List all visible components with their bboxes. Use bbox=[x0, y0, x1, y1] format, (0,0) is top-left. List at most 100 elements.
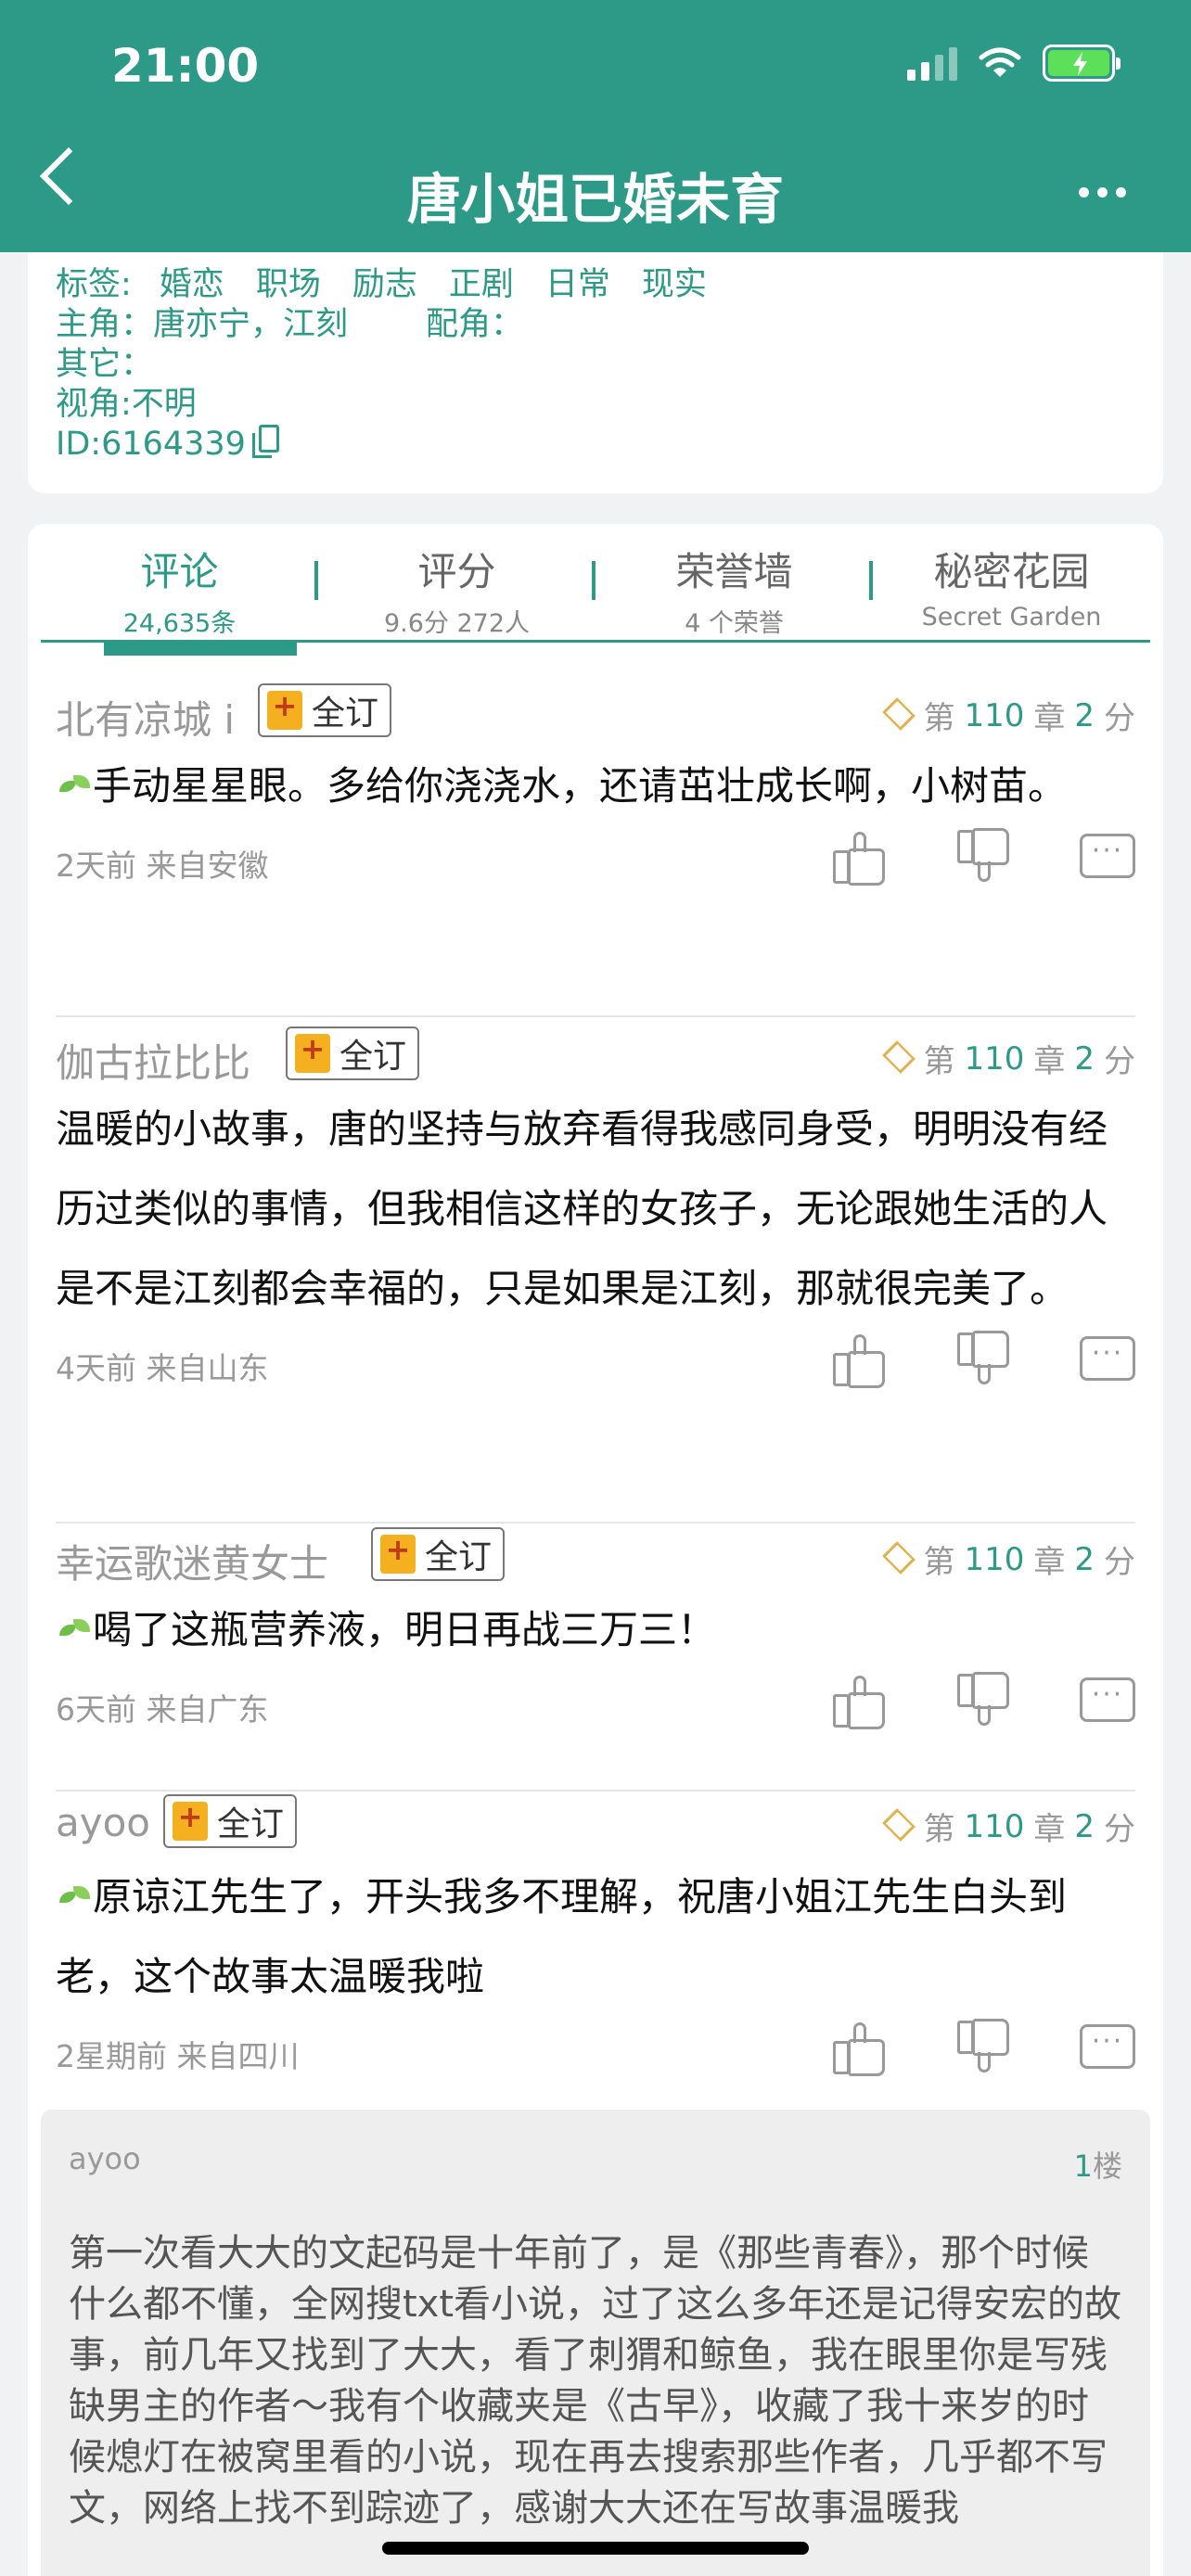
reply-icon[interactable] bbox=[1080, 834, 1135, 878]
comment-body: 手动星星眼。多给你浇浇水，还请茁壮成长啊，小树苗。 bbox=[56, 746, 1135, 826]
chapter-number: 110 bbox=[964, 696, 1025, 734]
wifi-icon bbox=[979, 47, 1021, 77]
comment-time-location: 2星期前 来自四川 bbox=[56, 2038, 300, 2074]
score-suffix: 分 bbox=[1104, 1544, 1135, 1581]
comment-actions bbox=[831, 1333, 1135, 1388]
tag-item[interactable]: 励志 bbox=[352, 265, 417, 305]
comment-body: 喝了这瓶营养液，明日再战三万三！ bbox=[56, 1590, 1135, 1670]
tags-label: 标签: bbox=[56, 266, 132, 303]
reply-icon[interactable] bbox=[1080, 1677, 1135, 1722]
sprout-icon bbox=[56, 1882, 93, 1914]
like-icon[interactable] bbox=[831, 1674, 885, 1729]
comment-actions bbox=[831, 2021, 1135, 2076]
tag-item[interactable]: 婚恋 bbox=[160, 265, 224, 305]
like-icon[interactable] bbox=[831, 2021, 885, 2076]
more-icon[interactable] bbox=[1079, 187, 1126, 198]
tab-secret-garden[interactable]: 秘密花园 Secret Garden bbox=[873, 524, 1150, 640]
comment-chapter-score: 第 110 章 2 分 bbox=[880, 693, 1135, 738]
badge-label: 全订 bbox=[312, 695, 379, 733]
tab-comments[interactable]: 评论 24,635条 bbox=[41, 524, 318, 640]
diamond-icon bbox=[880, 703, 914, 729]
dislike-icon[interactable] bbox=[955, 1333, 1009, 1386]
comment-username[interactable]: 北有凉城 i bbox=[56, 689, 235, 746]
comment-time-location: 2天前 来自安徽 bbox=[56, 848, 269, 884]
tab-sublabel: 9.6分 272人 bbox=[383, 609, 531, 638]
comment-header: 幸运歌迷黄女士 全订 第 110 章 2 分 bbox=[56, 1525, 1135, 1590]
score-value: 2 bbox=[1074, 1807, 1095, 1845]
comment-item: 幸运歌迷黄女士 全订 第 110 章 2 分 喝了这瓶营养液，明日再战三万三！ … bbox=[56, 1525, 1135, 1792]
top-bar: 21:00 唐小姐已婚未育 bbox=[0, 0, 1191, 252]
reply-text: 第一次看大大的文起码是十年前了，是《那些青春》，那个时候什么都不懂，全网搜txt… bbox=[69, 2232, 1122, 2530]
like-icon[interactable] bbox=[831, 830, 885, 886]
comment-footer: 6天前 来自广东 bbox=[56, 1670, 1135, 1750]
tab-label: 评分 bbox=[417, 549, 496, 594]
score-value: 2 bbox=[1074, 696, 1095, 734]
reply-box[interactable]: ayoo 1楼 第一次看大大的文起码是十年前了，是《那些青春》，那个时候什么都不… bbox=[41, 2110, 1150, 2576]
status-icons bbox=[907, 45, 1121, 82]
tab-sublabel: Secret Garden bbox=[921, 603, 1102, 631]
perspective-text: 视角:不明 bbox=[56, 386, 197, 423]
tag-item[interactable]: 职场 bbox=[256, 265, 321, 305]
tab-ratings[interactable]: 评分 9.6分 272人 bbox=[318, 524, 596, 640]
home-indicator bbox=[382, 2542, 809, 2555]
chapter-number: 110 bbox=[964, 1039, 1025, 1078]
tab-label: 评论 bbox=[140, 549, 219, 594]
badge-label: 全订 bbox=[339, 1038, 407, 1076]
comment-actions bbox=[831, 1674, 1135, 1729]
other-text: 其它： bbox=[56, 346, 154, 383]
dislike-icon[interactable] bbox=[955, 1674, 1009, 1728]
signal-icon bbox=[907, 45, 957, 81]
score-suffix: 分 bbox=[1104, 1043, 1135, 1080]
diamond-icon bbox=[880, 1547, 914, 1573]
subscriber-badge: 全订 bbox=[258, 683, 392, 737]
comment-username[interactable]: ayoo bbox=[56, 1800, 150, 1845]
page-title: 唐小姐已婚未育 bbox=[406, 168, 784, 231]
comment-username[interactable]: 伽古拉比比 bbox=[56, 1032, 250, 1089]
comment-username[interactable]: 幸运歌迷黄女士 bbox=[56, 1533, 328, 1589]
bookmark-icon bbox=[173, 1799, 208, 1841]
reply-icon[interactable] bbox=[1080, 2024, 1135, 2069]
comment-chapter-score: 第 110 章 2 分 bbox=[880, 1804, 1135, 1849]
dislike-icon[interactable] bbox=[955, 830, 1009, 884]
tab-honor-wall[interactable]: 荣誉墙 4 个荣誉 bbox=[596, 524, 873, 640]
chapter-prefix: 第 bbox=[923, 1811, 955, 1848]
score-suffix: 分 bbox=[1104, 1811, 1135, 1848]
supporting-text: 配角： bbox=[426, 306, 524, 343]
tag-item[interactable]: 现实 bbox=[642, 265, 707, 305]
chapter-number: 110 bbox=[964, 1540, 1025, 1578]
reply-username[interactable]: ayoo bbox=[69, 2141, 1122, 2176]
chapter-suffix: 章 bbox=[1033, 1544, 1066, 1581]
copy-icon[interactable] bbox=[251, 425, 279, 458]
chapter-prefix: 第 bbox=[923, 700, 955, 737]
tag-item[interactable]: 日常 bbox=[545, 265, 610, 305]
tags-row: 标签: 婚恋 职场 励志 正剧 日常 现实 bbox=[56, 265, 1135, 305]
comment-item: 伽古拉比比 全订 第 110 章 2 分 温暖的小故事，唐的坚持与放弃看得我感同… bbox=[56, 1025, 1135, 1524]
novel-info-card: 标签: 婚恋 职场 励志 正剧 日常 现实 主角：唐亦宁，江刻 配角： 其它： … bbox=[28, 252, 1163, 493]
badge-label: 全订 bbox=[217, 1805, 285, 1843]
comment-body: 温暖的小故事，唐的坚持与放弃看得我感同身受，明明没有经历过类似的事情，但我相信这… bbox=[56, 1090, 1135, 1329]
sprout-icon bbox=[56, 772, 93, 803]
reply-icon[interactable] bbox=[1080, 1336, 1135, 1381]
comments-panel: 评论 24,635条 评分 9.6分 272人 荣誉墙 4 个荣誉 秘密花园 S… bbox=[28, 524, 1163, 2576]
roles-row: 主角：唐亦宁，江刻 配角： bbox=[56, 305, 1135, 345]
chapter-number: 110 bbox=[964, 1807, 1025, 1845]
score-value: 2 bbox=[1074, 1039, 1095, 1078]
subscriber-badge: 全订 bbox=[163, 1794, 298, 1848]
comment-header: 北有凉城 i 全订 第 110 章 2 分 bbox=[56, 682, 1135, 746]
chapter-prefix: 第 bbox=[923, 1544, 955, 1581]
chapter-suffix: 章 bbox=[1033, 1811, 1066, 1848]
like-icon[interactable] bbox=[831, 1333, 885, 1388]
novel-id: ID:6164339 bbox=[56, 426, 246, 463]
dislike-icon[interactable] bbox=[955, 2021, 1009, 2074]
reply-floor: 1楼 bbox=[1074, 2143, 1122, 2186]
comment-time-location: 6天前 来自广东 bbox=[56, 1691, 269, 1728]
chapter-suffix: 章 bbox=[1033, 1043, 1066, 1080]
tag-item[interactable]: 正剧 bbox=[449, 265, 514, 305]
floor-suffix: 楼 bbox=[1092, 2149, 1122, 2184]
comment-chapter-score: 第 110 章 2 分 bbox=[880, 1537, 1135, 1582]
battery-icon bbox=[1043, 45, 1121, 82]
tab-bar: 评论 24,635条 评分 9.6分 272人 荣誉墙 4 个荣誉 秘密花园 S… bbox=[41, 524, 1150, 643]
diamond-icon bbox=[880, 1814, 914, 1840]
active-tab-indicator bbox=[104, 643, 297, 656]
floor-number: 1 bbox=[1073, 2149, 1093, 2184]
